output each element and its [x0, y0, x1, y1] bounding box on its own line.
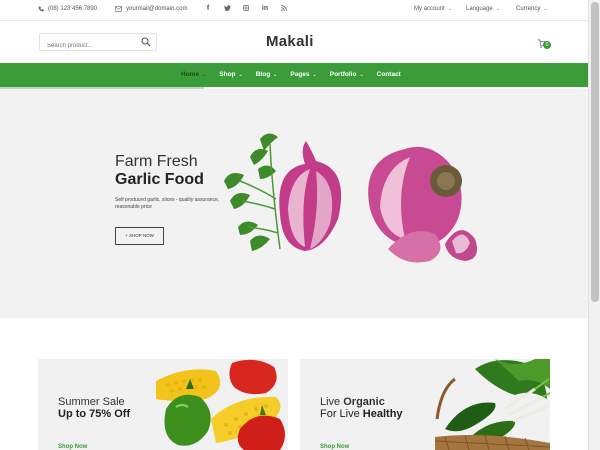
- nav-item-shop[interactable]: Shop ⌄: [219, 71, 242, 78]
- twitter-icon[interactable]: [223, 5, 231, 13]
- nav-item-home[interactable]: Home ⌄: [181, 71, 206, 78]
- currency-label: Currency: [516, 6, 541, 12]
- social-links: f in: [204, 5, 288, 13]
- live-organic-banner[interactable]: Live Organic For Live Healthy Shop Now: [300, 359, 550, 450]
- search-icon[interactable]: [141, 37, 151, 47]
- banner-text-bold: Organic: [343, 396, 385, 408]
- language-menu[interactable]: Language ⌄: [466, 6, 500, 12]
- facebook-icon[interactable]: f: [204, 5, 212, 13]
- scrollbar-thumb[interactable]: [591, 2, 599, 302]
- envelope-icon: [115, 6, 122, 12]
- chevron-down-icon: ⌄: [273, 71, 278, 78]
- banner-text: Live: [320, 396, 344, 408]
- nav-item-label: Portfolio: [329, 71, 357, 78]
- vegetables-image: [156, 359, 285, 450]
- nav-item-contact[interactable]: Contact: [377, 71, 401, 78]
- email-contact[interactable]: yourmail@domain.com: [115, 6, 187, 12]
- nav-item-label: Shop: [219, 71, 236, 78]
- hero-title-line2: Garlic Food: [115, 171, 204, 188]
- hero-slider: Farm Fresh Garlic Food Self produced gar…: [0, 89, 588, 318]
- chevron-down-icon: ⌄: [238, 71, 243, 78]
- banner-title-line2: For Live Healthy: [320, 408, 403, 420]
- shop-now-link[interactable]: Shop Now: [58, 444, 87, 450]
- nav-item-label: Home: [181, 71, 200, 78]
- email-address: yourmail@domain.com: [126, 6, 188, 12]
- cart-count-badge: 0: [543, 41, 551, 49]
- nav-item-portfolio[interactable]: Portfolio ⌄: [330, 71, 364, 78]
- nav-item-label: Contact: [376, 71, 401, 78]
- instagram-icon[interactable]: [242, 5, 250, 13]
- my-account-label: My account: [414, 6, 445, 12]
- banner-text-bold: Healthy: [362, 408, 403, 420]
- chevron-down-icon: ⌄: [312, 71, 317, 78]
- summer-sale-banner[interactable]: Summer Sale Up to 75% Off Shop Now: [38, 359, 288, 450]
- cart-button[interactable]: 0: [537, 36, 551, 54]
- top-bar: (08) 123 456 7890 yourmail@domain.com f …: [0, 0, 588, 21]
- phone-contact[interactable]: (08) 123 456 7890: [38, 6, 97, 12]
- hero-title-line1: Farm Fresh: [115, 153, 198, 170]
- site-header: Makali 0: [0, 21, 588, 63]
- page-scrollbar[interactable]: [588, 0, 600, 450]
- banner-title-line1: Summer Sale: [58, 396, 125, 408]
- hero-description: Self produced garlic, slices - quality a…: [115, 197, 220, 210]
- nav-item-label: Pages: [290, 71, 310, 78]
- linkedin-icon[interactable]: in: [261, 5, 269, 13]
- vegetable-basket-image: [435, 359, 550, 450]
- phone-number: (08) 123 456 7890: [48, 6, 98, 12]
- search-box: [39, 33, 157, 54]
- chevron-down-icon: ⌄: [447, 6, 452, 12]
- chevron-down-icon: ⌄: [359, 71, 364, 78]
- currency-menu[interactable]: Currency ⌄: [516, 6, 548, 12]
- banner-text: For Live: [320, 408, 363, 420]
- main-nav: Home ⌄ Shop ⌄ Blog ⌄ Pages ⌄ Portfolio ⌄ Cont…: [0, 63, 588, 87]
- chevron-down-icon: ⌄: [543, 6, 548, 12]
- nav-item-label: Blog: [255, 71, 271, 78]
- logo-text: Makali: [266, 33, 314, 50]
- chevron-down-icon: ⌄: [202, 71, 207, 78]
- my-account-menu[interactable]: My account ⌄: [414, 6, 452, 12]
- rss-icon[interactable]: [280, 5, 288, 13]
- nav-item-blog[interactable]: Blog ⌄: [256, 71, 278, 78]
- site-logo[interactable]: Makali: [266, 33, 314, 50]
- nav-item-pages[interactable]: Pages ⌄: [290, 71, 316, 78]
- banner-title-line1: Live Organic: [320, 396, 385, 408]
- phone-icon: [38, 6, 44, 12]
- shop-now-link[interactable]: Shop Now: [320, 444, 349, 450]
- banner-title-line2: Up to 75% Off: [58, 408, 131, 420]
- language-label: Language: [466, 6, 493, 12]
- search-input[interactable]: [40, 38, 135, 54]
- shop-now-button[interactable]: + SHOP NOW: [115, 227, 164, 245]
- garlic-image: [224, 133, 478, 263]
- chevron-down-icon: ⌄: [495, 6, 500, 12]
